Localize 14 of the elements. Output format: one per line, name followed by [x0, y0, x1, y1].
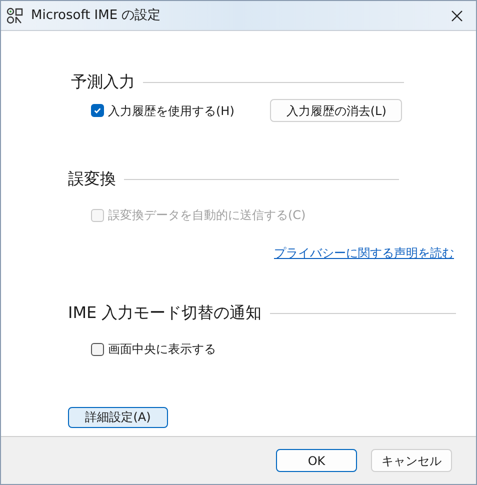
section-heading: 予測入力: [71, 71, 135, 93]
cancel-button[interactable]: キャンセル: [371, 449, 452, 472]
checkbox[interactable]: 画面中央に表示する: [91, 340, 216, 358]
privacy-link[interactable]: プライバシーに関する声明を読む: [274, 244, 454, 262]
close-icon[interactable]: [451, 10, 463, 22]
checkbox[interactable]: 入力履歴を使用する(H): [91, 102, 234, 120]
check-icon: [93, 106, 102, 115]
section-heading: 誤変換: [68, 168, 116, 190]
section-heading: IME 入力モード切替の通知: [68, 302, 262, 324]
clear-history-button[interactable]: 入力履歴の消去(L): [270, 99, 402, 122]
window-title: Microsoft IME の設定: [31, 6, 161, 25]
advanced-settings-button[interactable]: 詳細設定(A): [68, 406, 168, 428]
ok-button[interactable]: OK: [276, 449, 357, 472]
app-icon: [6, 6, 24, 24]
